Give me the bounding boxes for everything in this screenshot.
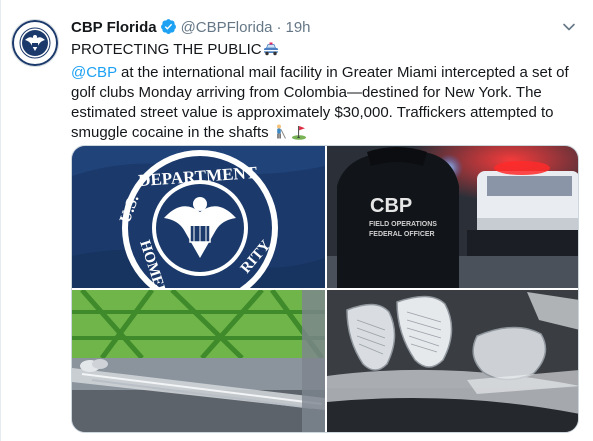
media-image-club-heads[interactable] [327, 290, 578, 432]
media-image-golf-clubs-scale[interactable] [72, 290, 325, 432]
vest-line-1: FIELD OPERATIONS [369, 221, 437, 228]
vest-title: CBP [370, 195, 412, 217]
tweet-header: CBP Florida @CBPFlorida · 19h [71, 18, 557, 38]
tweet-body: at the international mail facility in Gr… [71, 64, 569, 141]
verified-badge-icon [160, 18, 177, 41]
tweet-timestamp[interactable]: 19h [286, 19, 311, 36]
police-car-icon [262, 41, 280, 63]
chevron-down-icon[interactable] [560, 18, 578, 36]
tweet-headline: PROTECTING THE PUBLIC [71, 41, 262, 58]
tweet-text: PROTECTING THE PUBLIC @CBP at the intern… [71, 40, 581, 146]
timeline-border [0, 0, 1, 441]
author-handle[interactable]: @CBPFlorida [181, 19, 273, 36]
golfer-icon [273, 124, 287, 146]
avatar[interactable] [11, 19, 59, 67]
media-grid: DEPARTMENT U.S. HOMEL RITY CBP FIELD OPE… [71, 145, 579, 433]
golf-flag-icon [291, 124, 307, 146]
mention-link[interactable]: @CBP [71, 64, 117, 81]
media-image-dhs-seal[interactable]: DEPARTMENT U.S. HOMEL RITY [72, 146, 325, 288]
separator-dot: · [276, 19, 282, 36]
dhs-seal-icon [12, 20, 58, 66]
author-name[interactable]: CBP Florida [71, 19, 157, 36]
media-image-cbp-officer[interactable]: CBP FIELD OPERATIONS FEDERAL OFFICER [327, 146, 578, 288]
vest-line-2: FEDERAL OFFICER [369, 231, 435, 238]
